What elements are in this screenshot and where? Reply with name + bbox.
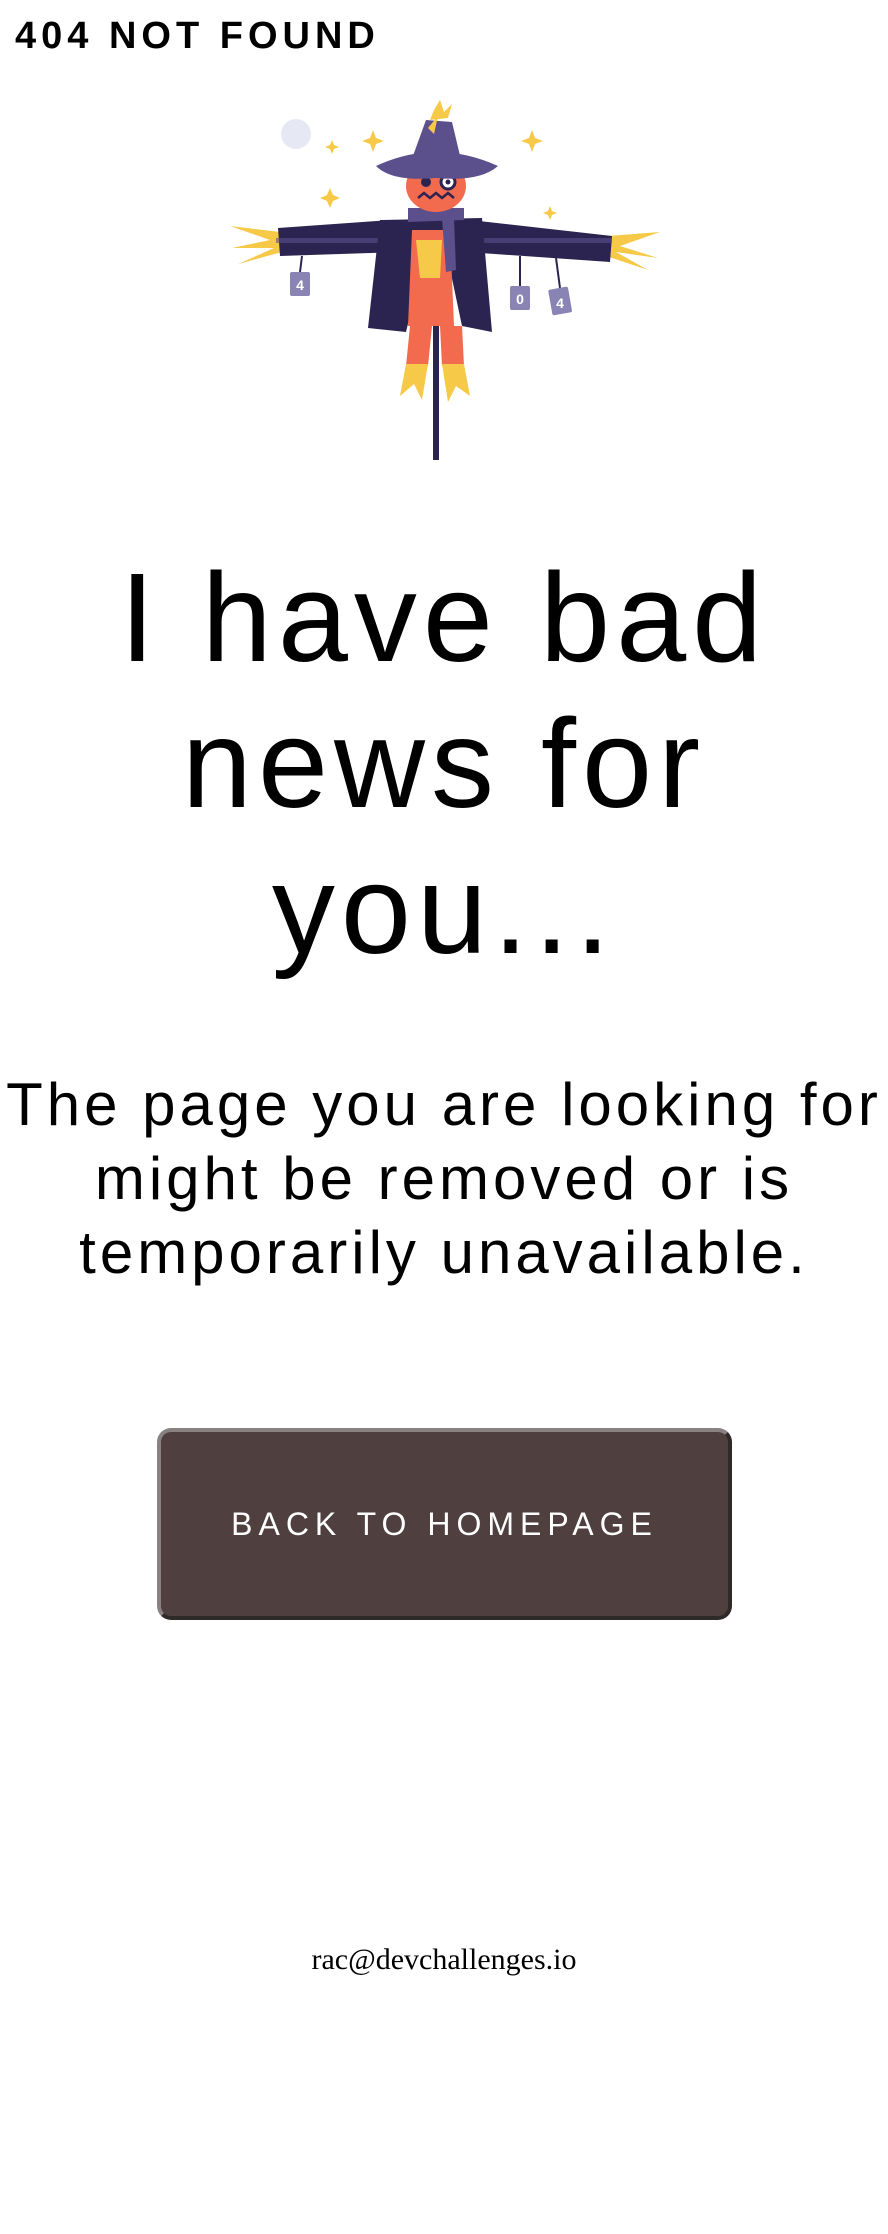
tag-left: 4: [290, 255, 310, 296]
footer-email: rac@devchallenges.io: [311, 1943, 577, 1976]
hat-icon: [376, 100, 498, 179]
leg-left: [406, 326, 432, 366]
straw-hand-right: [606, 232, 660, 270]
back-to-homepage-button[interactable]: BACK TO HOMEPAGE: [157, 1428, 732, 1620]
tag-right: 4: [548, 257, 572, 316]
svg-text:0: 0: [516, 291, 524, 307]
straw-hand-left: [230, 226, 282, 264]
scarecrow-illustration: 4 0 4: [230, 100, 666, 464]
page-header-title: 404 NOT FOUND: [15, 15, 380, 57]
svg-text:4: 4: [556, 295, 564, 311]
error-message: The page you are looking for might be re…: [6, 1071, 882, 1286]
svg-text:4: 4: [296, 277, 304, 293]
tag-middle: 0: [510, 256, 530, 310]
leg-right: [440, 326, 464, 366]
moon-icon: [281, 119, 311, 149]
headline: I have bad news for you...: [119, 547, 769, 980]
